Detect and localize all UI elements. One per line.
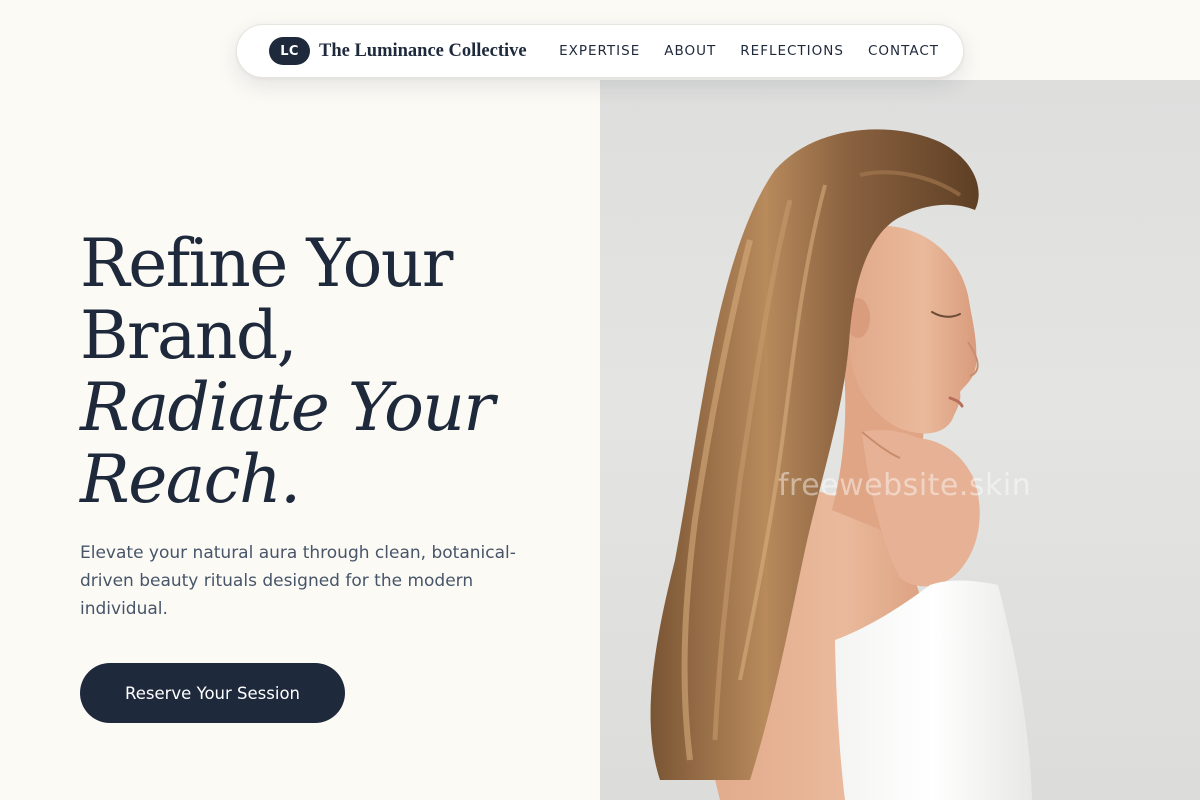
- headline-accent-line-2: Reach.: [80, 441, 301, 518]
- brand-name: The Luminance Collective: [319, 40, 527, 61]
- hero-section: Refine Your Brand, Radiate Your Reach. E…: [80, 228, 560, 723]
- nav-link-expertise[interactable]: EXPERTISE: [559, 43, 640, 59]
- nav-link-contact[interactable]: CONTACT: [868, 43, 939, 59]
- top-navigation: LC The Luminance Collective EXPERTISE AB…: [236, 24, 964, 78]
- nav-links: EXPERTISE ABOUT REFLECTIONS CONTACT: [559, 43, 939, 59]
- headline-accent-line-1: Radiate Your: [80, 369, 495, 446]
- woman-portrait-illustration: [650, 129, 1032, 800]
- watermark-text: freewebsite.skin: [778, 468, 1032, 503]
- reserve-session-button[interactable]: Reserve Your Session: [80, 663, 345, 723]
- hero-subtitle: Elevate your natural aura through clean,…: [80, 543, 516, 619]
- headline-line-2: Brand,: [80, 297, 298, 374]
- nav-link-about[interactable]: ABOUT: [664, 43, 716, 59]
- brand-logo-link[interactable]: LC The Luminance Collective: [269, 37, 527, 65]
- headline-line-1: Refine Your: [80, 225, 453, 302]
- hero-headline: Refine Your Brand, Radiate Your Reach.: [80, 228, 560, 516]
- nav-link-reflections[interactable]: REFLECTIONS: [740, 43, 844, 59]
- hero-photo: freewebsite.skin: [600, 80, 1200, 800]
- logo-badge: LC: [269, 37, 310, 65]
